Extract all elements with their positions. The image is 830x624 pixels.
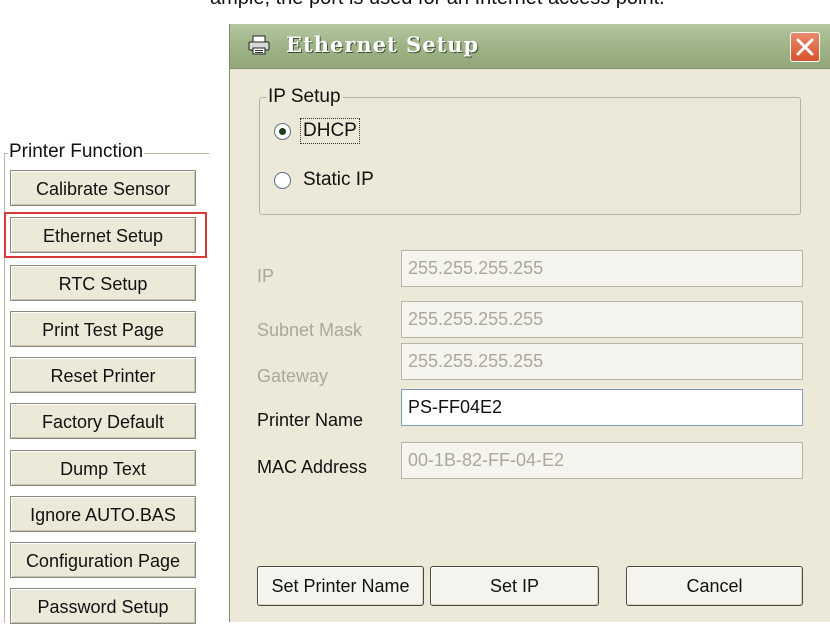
gateway-label: Gateway bbox=[257, 366, 329, 386]
password-setup-button[interactable]: Password Setup bbox=[10, 588, 196, 624]
dhcp-option[interactable]: DHCP bbox=[274, 118, 360, 144]
ip-setup-legend: IP Setup bbox=[266, 85, 343, 109]
cropped-sentence: ample, the port is used for an Internet … bbox=[210, 0, 665, 8]
dhcp-radio[interactable] bbox=[274, 122, 291, 140]
printer-name-label: Printer Name bbox=[257, 410, 364, 430]
close-button[interactable] bbox=[790, 32, 820, 62]
gateway-field[interactable] bbox=[401, 343, 803, 380]
ip-label: IP bbox=[257, 266, 275, 286]
factory-default-button[interactable]: Factory Default bbox=[10, 403, 196, 439]
set-ip-button[interactable]: Set IP bbox=[430, 566, 599, 606]
ip-field[interactable] bbox=[401, 250, 803, 287]
print-test-page-button[interactable]: Print Test Page bbox=[10, 311, 196, 347]
mac-address-label: MAC Address bbox=[257, 457, 368, 477]
close-icon bbox=[796, 38, 814, 56]
static-ip-radio[interactable] bbox=[274, 171, 291, 189]
cancel-button[interactable]: Cancel bbox=[626, 566, 803, 606]
ignore-autobas-button[interactable]: Ignore AUTO.BAS bbox=[10, 496, 196, 532]
printer-function-legend: Printer Function bbox=[8, 140, 145, 164]
ethernet-setup-dialog: Ethernet Setup IP Setup DHCP Static IP I… bbox=[229, 24, 830, 622]
calibrate-sensor-button[interactable]: Calibrate Sensor bbox=[10, 170, 196, 206]
dialog-titlebar[interactable]: Ethernet Setup bbox=[230, 24, 830, 69]
printer-icon bbox=[248, 35, 270, 55]
document-text-fragment: ample, the port is used for an Internet … bbox=[0, 0, 830, 10]
dump-text-button[interactable]: Dump Text bbox=[10, 450, 196, 486]
static-ip-label[interactable]: Static IP bbox=[301, 168, 376, 192]
subnet-mask-label: Subnet Mask bbox=[257, 320, 363, 340]
ethernet-setup-highlight bbox=[4, 212, 207, 258]
mac-address-field[interactable] bbox=[401, 442, 803, 479]
ip-setup-group bbox=[259, 97, 801, 215]
reset-printer-button[interactable]: Reset Printer bbox=[10, 357, 196, 393]
dialog-title: Ethernet Setup bbox=[286, 32, 480, 57]
static-ip-option[interactable]: Static IP bbox=[274, 168, 376, 192]
dhcp-label[interactable]: DHCP bbox=[300, 118, 360, 144]
printer-name-field[interactable] bbox=[401, 389, 803, 426]
set-printer-name-button[interactable]: Set Printer Name bbox=[257, 566, 424, 606]
subnet-mask-field[interactable] bbox=[401, 301, 803, 338]
configuration-page-button[interactable]: Configuration Page bbox=[10, 542, 196, 578]
rtc-setup-button[interactable]: RTC Setup bbox=[10, 265, 196, 301]
